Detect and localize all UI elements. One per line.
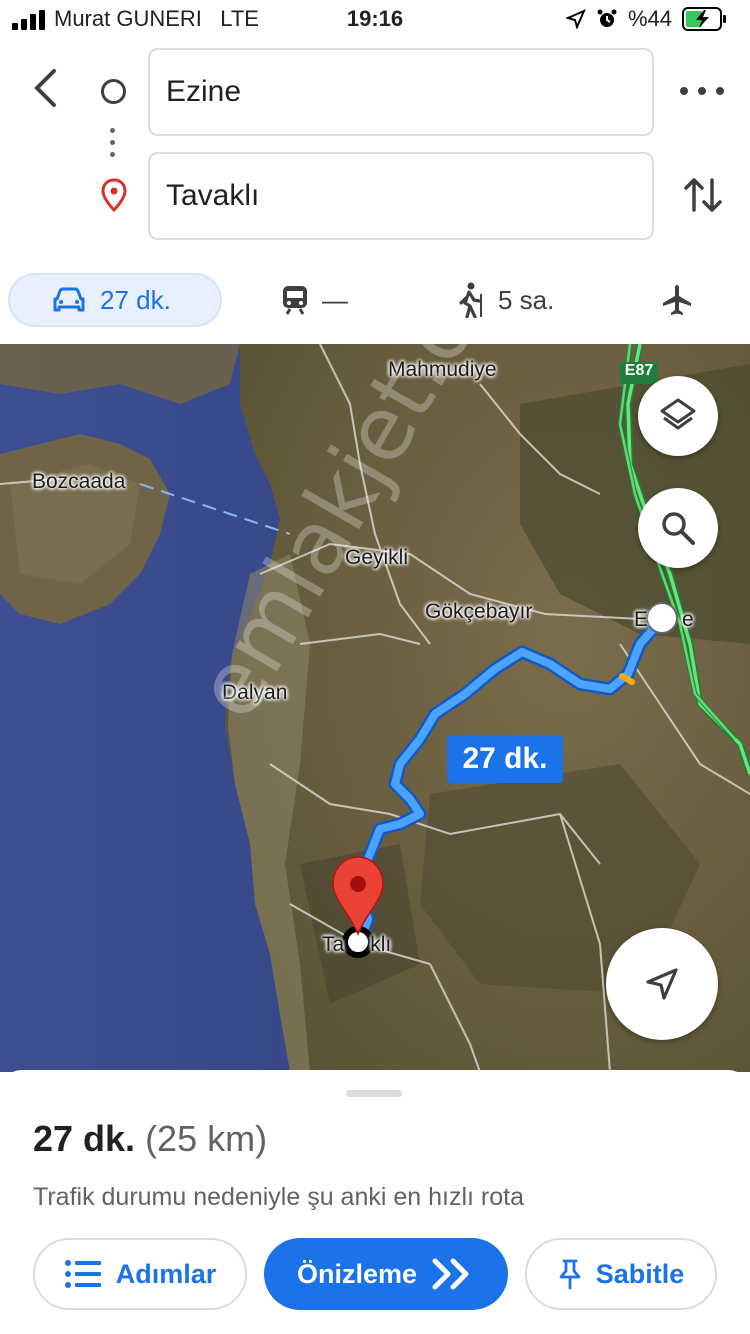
origin-value: Ezine <box>166 75 242 108</box>
tab-walking[interactable]: 5 sa. <box>454 273 554 327</box>
search-along-route-button[interactable] <box>638 488 718 568</box>
my-location-button[interactable] <box>606 928 718 1040</box>
place-gokcebayir: Gökçebayır <box>425 600 533 623</box>
pin-button[interactable]: Sabitle <box>525 1238 717 1310</box>
destination-value: Tavaklı <box>166 179 260 212</box>
place-tavakli-label: Ta klı <box>322 933 392 956</box>
location-arrow-icon <box>565 9 586 29</box>
walking-time: 5 sa. <box>498 284 555 315</box>
navigation-arrow-icon <box>646 968 678 1000</box>
tab-transit[interactable]: — <box>280 273 348 327</box>
sheet-drag-handle[interactable] <box>346 1090 402 1097</box>
steps-button[interactable]: Adımlar <box>33 1238 247 1310</box>
steps-label: Adımlar <box>115 1258 217 1289</box>
destination-pin-icon <box>101 178 127 212</box>
origin-circle-icon <box>101 79 126 104</box>
battery-percent: %44 <box>627 6 672 31</box>
route-duration-label[interactable]: 27 dk. <box>447 735 563 783</box>
preview-button[interactable]: Önizleme <box>264 1238 508 1310</box>
layers-button[interactable] <box>638 376 718 456</box>
more-options-button[interactable] <box>680 76 724 106</box>
search-icon <box>662 512 695 545</box>
chevron-left-icon <box>34 69 56 107</box>
map-view[interactable]: E87 Mahmudiye Bozcaada Geyikli Gökçebayı… <box>0 344 750 1072</box>
highway-shield-e87: E87 <box>624 362 654 379</box>
place-ezine-label: Ee <box>634 608 694 631</box>
tab-flights[interactable] <box>660 273 706 327</box>
pushpin-icon <box>559 1259 581 1290</box>
layers-icon <box>660 398 696 430</box>
destination-field[interactable]: Tavaklı <box>148 152 654 240</box>
place-bozcaada: Bozcaada <box>32 470 126 493</box>
preview-label: Önizleme <box>296 1258 418 1289</box>
route-duration: 27 dk. <box>33 1118 136 1159</box>
tab-driving[interactable]: 27 dk. <box>8 273 222 327</box>
pin-label: Sabitle <box>595 1258 685 1289</box>
alarm-icon <box>597 9 617 27</box>
route-reason: Trafik durumu nedeniyle şu anki en hızlı… <box>33 1183 524 1211</box>
route-distance: (25 km) <box>145 1118 268 1159</box>
route-summary-sheet[interactable]: 27 dk. (25 km) Trafik durumu nedeniyle şu… <box>0 1070 750 1334</box>
status-bar: Murat GUNERI LTE 19:16 %44 <box>0 0 750 44</box>
back-button[interactable] <box>24 62 66 114</box>
battery-charging-icon <box>682 7 726 31</box>
route-dots-icon <box>110 128 116 162</box>
double-chevron-right-icon <box>432 1258 469 1290</box>
hiking-icon <box>459 282 482 318</box>
origin-field[interactable]: Ezine <box>148 48 654 136</box>
transit-time: — <box>322 284 348 315</box>
driving-time: 27 dk. <box>100 284 171 315</box>
car-icon <box>53 287 85 312</box>
list-icon <box>64 1260 101 1288</box>
swap-directions-icon[interactable] <box>680 172 726 218</box>
airplane-icon <box>663 285 691 315</box>
train-icon <box>283 286 307 315</box>
